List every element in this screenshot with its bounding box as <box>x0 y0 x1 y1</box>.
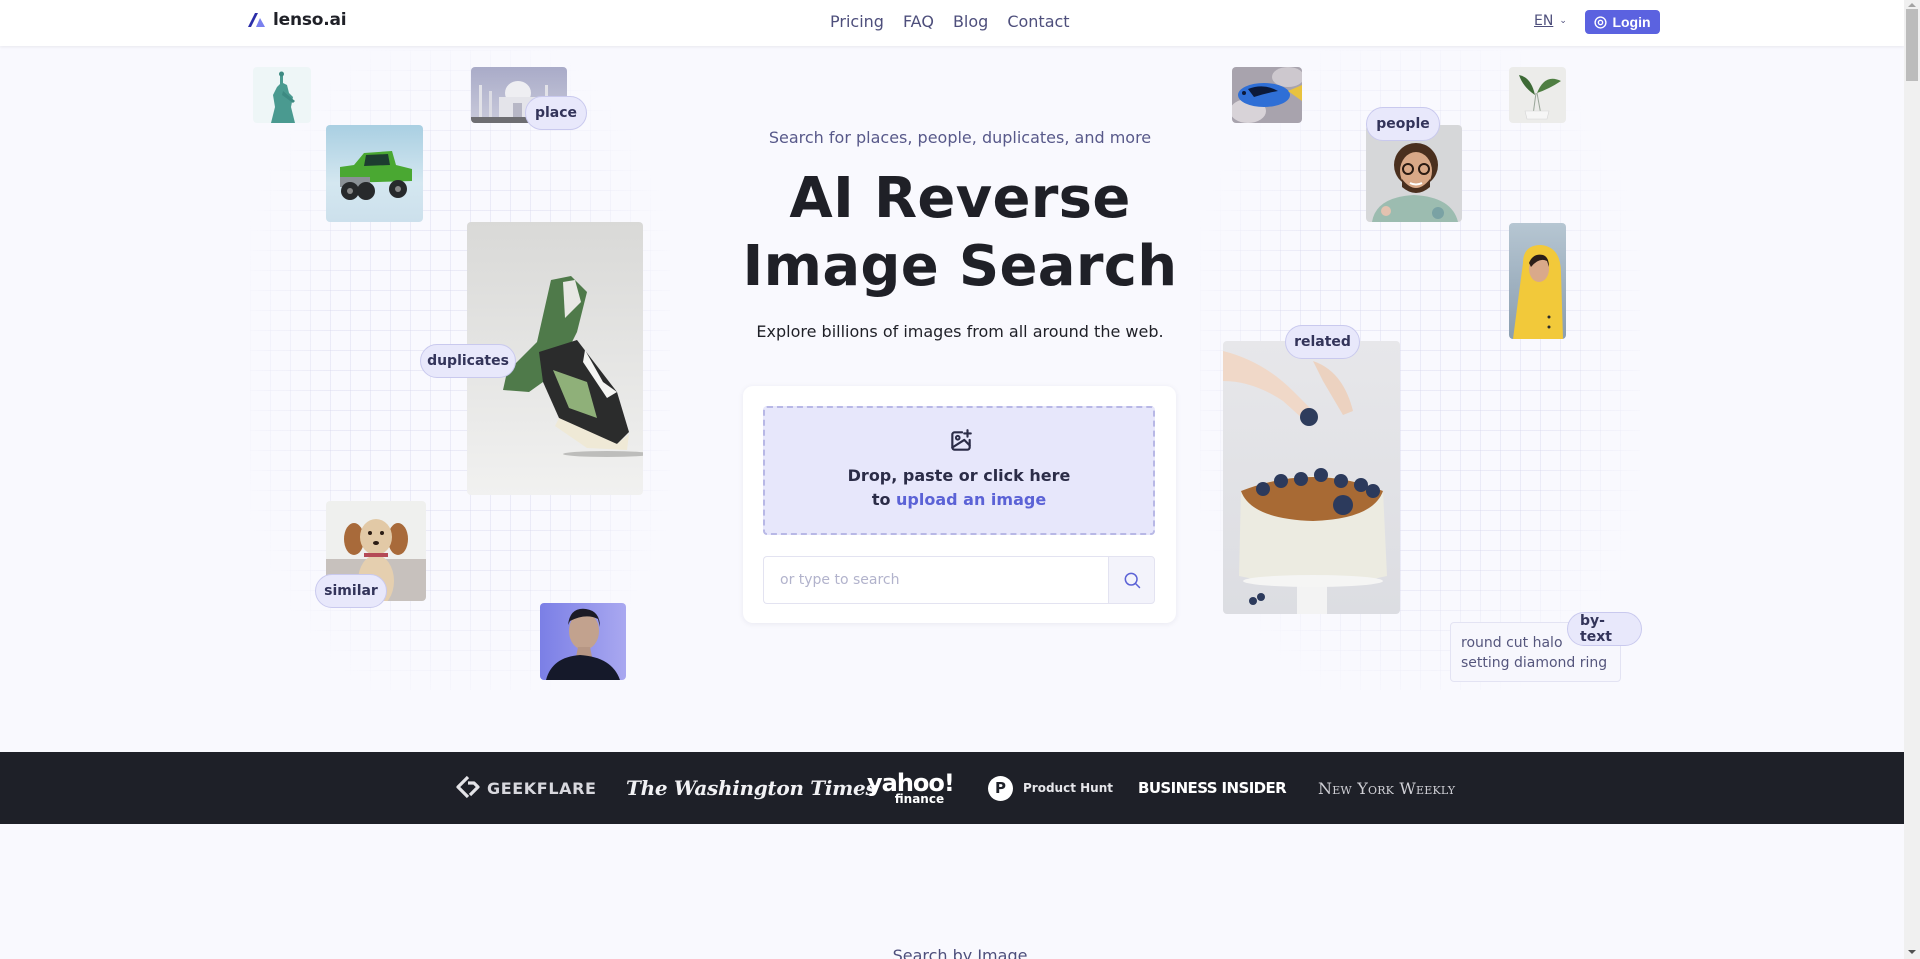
language-selector[interactable]: EN ⌄ <box>1534 13 1567 29</box>
gallery-image-woman-blue[interactable] <box>540 603 626 680</box>
scroll-up-arrow-icon[interactable] <box>1908 3 1916 7</box>
login-label: Login <box>1612 14 1651 30</box>
geekflare-logo-icon <box>456 775 480 799</box>
nav-pricing[interactable]: Pricing <box>830 12 884 31</box>
gallery-image-cake[interactable] <box>1223 341 1400 614</box>
hero-kicker: Search for places, people, duplicates, a… <box>768 128 1152 147</box>
nav-blog[interactable]: Blog <box>953 12 988 31</box>
text-sample-line2: setting diamond ring <box>1461 655 1608 671</box>
category-chip-place[interactable]: place <box>525 96 587 130</box>
category-chip-by-text[interactable]: by-text <box>1567 612 1642 646</box>
language-code: EN <box>1534 13 1554 29</box>
title-line-2: Image Search <box>742 234 1178 299</box>
add-image-icon <box>951 429 972 451</box>
finance-text: finance <box>894 792 945 806</box>
nav-faq[interactable]: FAQ <box>903 12 934 31</box>
search-icon <box>1124 572 1140 589</box>
press-logo-geekflare: GEEKFLARE <box>455 752 597 824</box>
press-logo-business-insider: BUSINESS INSIDER <box>1138 779 1287 797</box>
press-logo-washington-times: The Washington Times <box>626 776 877 800</box>
product-hunt-text: Product Hunt <box>1023 781 1113 795</box>
nav-contact[interactable]: Contact <box>1007 12 1069 31</box>
search-card: Drop, paste or click here to upload an i… <box>743 386 1176 623</box>
brand-name: lenso.ai <box>273 10 347 30</box>
blueberry-cake-image <box>1223 341 1400 614</box>
gallery-image-fish[interactable] <box>1232 67 1302 123</box>
scrollbar-thumb[interactable] <box>1906 9 1918 81</box>
geekflare-text: GEEKFLARE <box>487 778 597 798</box>
hero-subtitle: Explore billions of images from all arou… <box>756 322 1164 341</box>
category-chip-duplicates[interactable]: duplicates <box>420 344 516 378</box>
press-logo-yahoo-finance: yahoo! finance <box>867 752 955 824</box>
scroll-down-arrow-icon[interactable] <box>1908 950 1916 954</box>
title-line-1: AI Reverse <box>789 166 1131 231</box>
logo-link[interactable]: lenso.ai <box>247 10 347 30</box>
press-logo-product-hunt: P Product Hunt <box>988 752 1113 824</box>
search-button[interactable] <box>1108 556 1155 604</box>
login-button[interactable]: Login <box>1585 10 1660 34</box>
gallery-image-statue[interactable] <box>253 67 311 123</box>
image-upload-dropzone[interactable]: Drop, paste or click here to upload an i… <box>763 406 1155 535</box>
search-input[interactable] <box>763 556 1108 604</box>
dropzone-prefix: to <box>871 490 897 509</box>
press-logos-band: GEEKFLARE The Washington Times yahoo! fi… <box>0 752 1904 824</box>
dropzone-instruction: Drop, paste or click here <box>847 466 1071 485</box>
statue-of-liberty-image <box>253 67 311 123</box>
category-chip-similar[interactable]: similar <box>315 574 387 608</box>
chevron-down-icon: ⌄ <box>1559 16 1567 26</box>
user-circle-icon <box>1594 15 1608 29</box>
page-title: AI Reverse Image Search <box>0 165 1904 301</box>
lenso-logo-icon <box>248 13 265 27</box>
category-chip-related[interactable]: related <box>1285 325 1360 359</box>
site-header: lenso.ai Pricing FAQ Blog Contact EN ⌄ L… <box>0 0 1904 46</box>
dropzone-instruction-2: to upload an image <box>765 490 1153 509</box>
plant-in-vase-image <box>1509 67 1566 123</box>
upload-image-link[interactable]: upload an image <box>896 490 1046 509</box>
next-section-heading: Search by Image <box>892 946 1028 959</box>
blue-tang-fish-image <box>1232 67 1302 123</box>
product-hunt-icon: P <box>988 775 1013 801</box>
category-chip-people[interactable]: people <box>1366 107 1440 141</box>
page-scrollbar[interactable] <box>1904 0 1920 959</box>
text-search-row <box>763 556 1155 604</box>
press-logo-new-york-weekly: New York Weekly <box>1318 778 1456 798</box>
woman-blue-portrait-image <box>540 603 626 680</box>
main-nav: Pricing FAQ Blog Contact <box>830 12 1070 31</box>
gallery-image-plant[interactable] <box>1509 67 1566 123</box>
page: lenso.ai Pricing FAQ Blog Contact EN ⌄ L… <box>0 0 1904 959</box>
